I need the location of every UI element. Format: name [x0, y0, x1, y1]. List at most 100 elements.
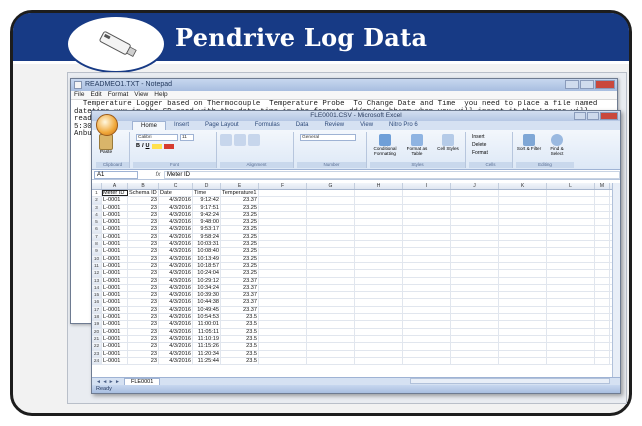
paste-button[interactable]: Paste — [96, 134, 116, 155]
empty-cell[interactable] — [307, 306, 355, 314]
time-cell[interactable]: 10:13:49 — [193, 255, 221, 262]
tab-page-layout[interactable]: Page Layout — [197, 121, 247, 130]
empty-cell[interactable] — [595, 299, 610, 306]
meter-id-cell[interactable]: L-0001 — [102, 292, 128, 299]
row-number[interactable]: 18 — [92, 314, 102, 321]
empty-cell[interactable] — [547, 226, 595, 233]
empty-cell[interactable] — [451, 248, 499, 255]
empty-cell[interactable] — [403, 292, 451, 299]
empty-cell[interactable] — [355, 219, 403, 226]
time-cell[interactable]: 11:05:11 — [193, 328, 221, 335]
temperature-cell[interactable]: 23.25 — [221, 241, 259, 248]
empty-cell[interactable] — [451, 343, 499, 350]
column-header[interactable]: I — [403, 183, 451, 189]
temperature-cell[interactable]: 23.37 — [221, 299, 259, 306]
align-left-icon[interactable] — [220, 134, 232, 146]
temperature-cell[interactable]: 23.5 — [221, 357, 259, 365]
menu-format[interactable]: Format — [108, 91, 129, 99]
empty-cell[interactable] — [307, 350, 355, 357]
empty-cell[interactable] — [403, 357, 451, 365]
empty-cell[interactable] — [355, 343, 403, 350]
empty-cell[interactable] — [307, 262, 355, 270]
empty-cell[interactable] — [547, 241, 595, 248]
empty-cell[interactable] — [259, 226, 307, 233]
row-number[interactable]: 24 — [92, 357, 102, 365]
empty-cell[interactable] — [595, 270, 610, 277]
row-number[interactable]: 4 — [92, 211, 102, 219]
sheet-nav-arrows[interactable]: ◄ ◄ ► ► — [96, 379, 120, 385]
row-number[interactable]: 3 — [92, 204, 102, 211]
empty-cell[interactable] — [547, 299, 595, 306]
bold-button[interactable]: B — [136, 143, 140, 149]
meter-id-cell[interactable]: L-0001 — [102, 270, 128, 277]
time-cell[interactable]: 9:17:51 — [193, 204, 221, 211]
schema-id-cell[interactable]: 23 — [128, 321, 159, 328]
format-cells-button[interactable]: Format — [472, 150, 488, 156]
empty-cell[interactable] — [451, 328, 499, 335]
notepad-titlebar[interactable]: READMEO1.TXT - Notepad — [71, 79, 617, 91]
column-header[interactable]: C — [159, 183, 193, 189]
temperature-cell[interactable]: 23.5 — [221, 328, 259, 335]
meter-id-cell[interactable]: L-0001 — [102, 233, 128, 241]
date-cell[interactable]: 4/3/2016 — [159, 314, 193, 321]
temperature-cell[interactable]: 23.25 — [221, 262, 259, 270]
empty-cell[interactable] — [547, 306, 595, 314]
empty-cell[interactable] — [499, 219, 547, 226]
time-cell[interactable]: 10:18:57 — [193, 262, 221, 270]
empty-cell[interactable] — [259, 233, 307, 241]
empty-cell[interactable] — [499, 233, 547, 241]
empty-cell[interactable] — [499, 328, 547, 335]
empty-cell[interactable] — [547, 262, 595, 270]
conditional-formatting-button[interactable]: Conditional Formatting — [370, 134, 400, 156]
temperature-cell[interactable]: 23.25 — [221, 219, 259, 226]
empty-cell[interactable] — [451, 270, 499, 277]
empty-cell[interactable] — [355, 292, 403, 299]
empty-cell[interactable] — [595, 226, 610, 233]
empty-cell[interactable] — [595, 357, 610, 365]
empty-cell[interactable] — [307, 292, 355, 299]
empty-cell[interactable] — [547, 219, 595, 226]
empty-cell[interactable] — [307, 219, 355, 226]
time-cell[interactable]: 9:42:24 — [193, 211, 221, 219]
empty-cell[interactable] — [451, 357, 499, 365]
empty-cell[interactable] — [499, 248, 547, 255]
empty-cell[interactable] — [595, 284, 610, 292]
insert-cells-button[interactable]: Insert — [472, 134, 485, 140]
schema-id-cell[interactable]: 23 — [128, 306, 159, 314]
empty-cell[interactable] — [355, 241, 403, 248]
schema-id-cell[interactable]: 23 — [128, 219, 159, 226]
empty-cell[interactable] — [595, 321, 610, 328]
date-cell[interactable]: 4/3/2016 — [159, 299, 193, 306]
empty-cell[interactable] — [451, 204, 499, 211]
empty-cell[interactable] — [499, 255, 547, 262]
date-cell[interactable]: 4/3/2016 — [159, 343, 193, 350]
meter-id-cell[interactable]: L-0001 — [102, 248, 128, 255]
meter-id-cell[interactable]: L-0001 — [102, 350, 128, 357]
schema-id-cell[interactable]: 23 — [128, 335, 159, 343]
empty-cell[interactable] — [307, 328, 355, 335]
date-cell[interactable]: 4/3/2016 — [159, 277, 193, 284]
empty-cell[interactable] — [595, 277, 610, 284]
temperature-cell[interactable]: 23.25 — [221, 226, 259, 233]
time-cell[interactable]: 10:24:04 — [193, 270, 221, 277]
sort-filter-button[interactable]: Sort & Filter — [516, 134, 542, 151]
empty-cell[interactable] — [355, 262, 403, 270]
meter-id-cell[interactable]: L-0001 — [102, 306, 128, 314]
empty-cell[interactable] — [403, 350, 451, 357]
empty-cell[interactable] — [259, 299, 307, 306]
find-select-button[interactable]: Find & Select — [544, 134, 570, 156]
temperature-cell[interactable]: 23.25 — [221, 255, 259, 262]
empty-cell[interactable] — [259, 328, 307, 335]
time-cell[interactable]: 11:20:34 — [193, 350, 221, 357]
empty-cell[interactable] — [259, 262, 307, 270]
empty-cell[interactable] — [499, 314, 547, 321]
column-header[interactable]: J — [451, 183, 499, 189]
empty-cell[interactable] — [307, 335, 355, 343]
empty-cell[interactable] — [403, 284, 451, 292]
schema-id-cell[interactable]: 23 — [128, 292, 159, 299]
empty-cell[interactable] — [499, 343, 547, 350]
empty-cell[interactable] — [595, 306, 610, 314]
temperature-cell[interactable]: 23.25 — [221, 248, 259, 255]
empty-cell[interactable] — [451, 197, 499, 204]
empty-cell[interactable] — [403, 343, 451, 350]
